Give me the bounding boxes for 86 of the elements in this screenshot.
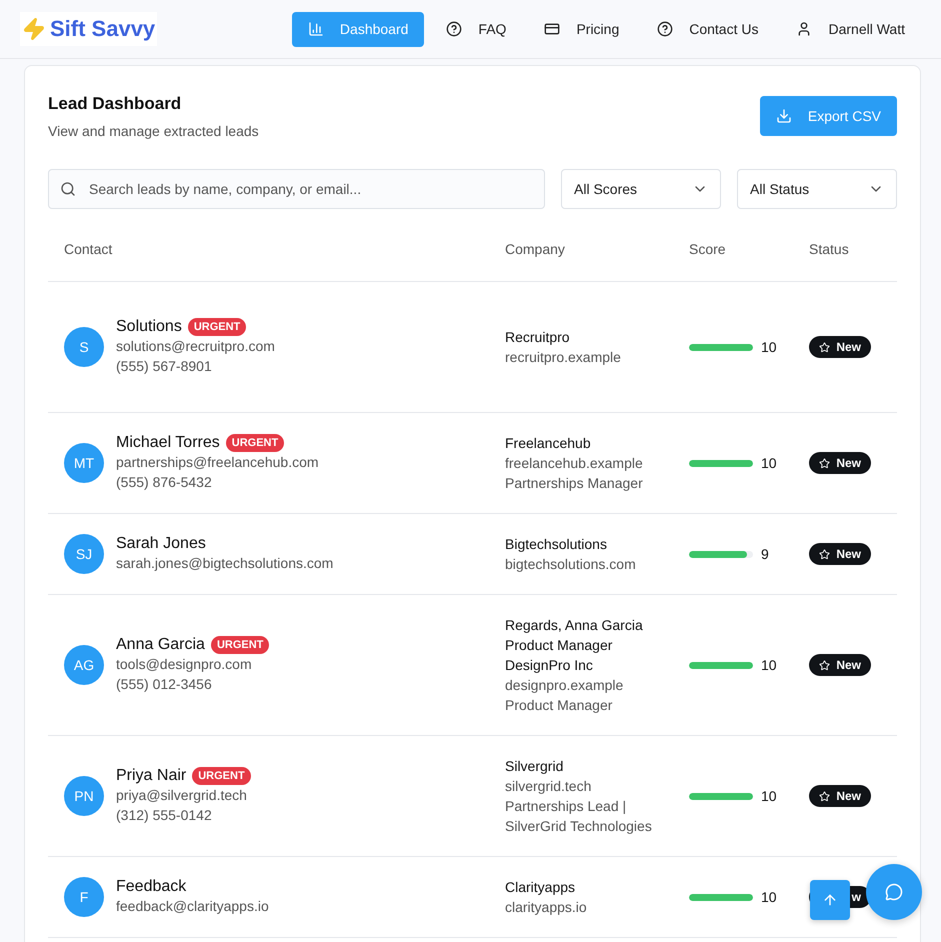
contact-detail: partnerships@freelancehub.com — [116, 453, 319, 472]
status-dropdown[interactable]: All Status — [737, 169, 897, 209]
urgent-badge: URGENT — [210, 636, 270, 654]
contact-detail: sarah.jones@bigtechsolutions.com — [116, 554, 334, 573]
column-header: Company — [504, 241, 566, 257]
nav-link[interactable]: FAQ — [430, 12, 522, 46]
company-name: Silvergrid — [505, 757, 564, 776]
search-icon — [60, 181, 76, 197]
score-bar — [689, 550, 753, 558]
urgent-badge: URGENT — [192, 767, 251, 785]
contact-detail: feedback@clarityapps.io — [116, 897, 269, 916]
status-badge: New — [809, 654, 871, 676]
contact-detail: (555) 876-5432 — [116, 473, 213, 492]
status-badge: New — [809, 452, 871, 474]
company-name: Clarityapps — [505, 878, 576, 897]
column-header: Contact — [63, 241, 114, 257]
contact-name: Solutions — [116, 318, 182, 336]
page-title: Lead Dashboard — [48, 94, 182, 114]
column-header: Status — [808, 241, 850, 257]
status-badge: New — [809, 336, 871, 358]
card-icon — [544, 21, 560, 37]
contact-detail: (555) 012-3456 — [116, 675, 213, 694]
avatar: PN — [64, 776, 104, 816]
company-detail: SilverGrid Technologies — [505, 817, 653, 836]
contact-name: Feedback — [116, 878, 186, 896]
company-name: Regards, Anna Garcia — [505, 616, 644, 635]
score-dropdown[interactable]: All Scores — [561, 169, 721, 209]
nav-link[interactable]: Contact Us — [641, 12, 774, 46]
contact-detail: (312) 555-0142 — [116, 806, 213, 825]
urgent-badge: URGENT — [188, 318, 246, 336]
score-bar — [689, 792, 753, 800]
scroll-top-button[interactable] — [810, 880, 850, 920]
download-icon — [776, 108, 792, 124]
contact-name: Sarah Jones — [116, 535, 206, 553]
urgent-badge: URGENT — [226, 434, 284, 452]
company-name: Freelancehub — [505, 434, 592, 453]
column-header: Score — [688, 241, 727, 257]
company-detail: freelancehub.example — [505, 454, 644, 473]
nav-link[interactable]: Darnell Watt — [780, 12, 921, 46]
company-name: Recruitpro — [505, 328, 571, 347]
company-name: Product Manager — [505, 636, 614, 655]
contact-name: Michael Torres — [116, 434, 220, 452]
help-icon — [657, 21, 674, 37]
company-detail: recruitpro.example — [505, 348, 622, 367]
user-icon — [796, 21, 812, 37]
score-value: 10 — [761, 455, 777, 471]
score-value: 10 — [761, 339, 777, 355]
help-icon — [446, 21, 462, 37]
status-badge: New — [809, 785, 871, 807]
avatar: AG — [64, 645, 104, 685]
avatar: MT — [64, 443, 104, 483]
score-value: 10 — [761, 657, 777, 673]
brand-logo[interactable]: Sift Savvy — [20, 12, 158, 46]
company-detail: Partnerships Lead | — [505, 797, 628, 816]
contact-name: Priya Nair — [116, 767, 186, 785]
chat-icon — [885, 883, 903, 901]
status-badge: New — [809, 543, 871, 565]
company-detail: designpro.example — [505, 676, 624, 695]
score-value: 10 — [761, 889, 777, 905]
search-field[interactable]: Search leads by name, company, or email... — [48, 169, 545, 209]
avatar: SJ — [64, 534, 104, 574]
score-bar — [689, 460, 753, 466]
contact-detail: tools@designpro.com — [116, 655, 253, 674]
company-detail: Product Manager — [505, 696, 614, 715]
score-bar — [689, 894, 753, 900]
contact-detail: priya@silvergrid.tech — [116, 786, 248, 805]
contact-detail: solutions@recruitpro.com — [116, 337, 275, 356]
company-detail: clarityapps.io — [505, 898, 588, 917]
contact-detail: (555) 567-8901 — [116, 357, 213, 376]
avatar: S — [64, 327, 104, 367]
company-name: Bigtechsolutions — [505, 535, 608, 554]
nav-link[interactable]: Pricing — [528, 12, 636, 46]
company-name: DesignPro Inc — [505, 656, 594, 675]
contact-name: Anna Garcia — [116, 636, 205, 654]
score-value: 9 — [761, 546, 769, 562]
brand-name: Sift Savvy — [50, 16, 156, 42]
score-value: 10 — [761, 788, 777, 804]
score-bar — [689, 662, 753, 668]
page-subtitle: View and manage extracted leads — [48, 123, 259, 139]
avatar: F — [64, 877, 104, 917]
company-detail: bigtechsolutions.com — [505, 555, 637, 574]
company-detail: Partnerships Manager — [505, 474, 644, 493]
lightning-icon — [22, 17, 46, 41]
chart-icon — [308, 21, 324, 37]
score-bar — [689, 344, 753, 350]
company-detail: silvergrid.tech — [505, 777, 592, 796]
